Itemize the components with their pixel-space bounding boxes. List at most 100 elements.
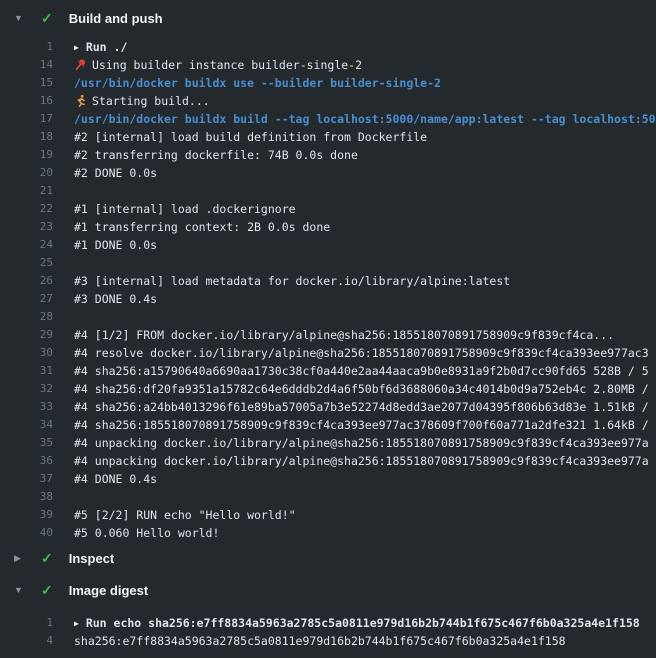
log-line-text: #4 sha256:df20fa9351a15782c64e6dddb2d4a6… [74,380,656,398]
log-line: 15 /usr/bin/docker buildx use --builder … [0,74,656,92]
log-line-number[interactable]: 40 [0,524,53,542]
section-header-inspect[interactable]: ▶ ✓ Inspect [0,542,656,574]
log-line-text: #2 DONE 0.0s [74,164,656,182]
log-line-text: Starting build... [74,92,656,110]
log-line: 19 #2 transferring dockerfile: 74B 0.0s … [0,146,656,164]
section-title: Inspect [69,551,115,566]
log-line-number[interactable]: 24 [0,236,53,254]
log-line-number[interactable]: 23 [0,218,53,236]
actions-log-viewer: { "colors": { "background": "#24292e", "… [0,0,656,658]
log-line-number[interactable]: 35 [0,434,53,452]
log-line-number[interactable]: 17 [0,110,53,128]
log-line: 36 #4 unpacking docker.io/library/alpine… [0,452,656,470]
chevron-down-icon[interactable]: ▼ [14,14,26,23]
log-section-build-and-push: ▼ ✓ Build and push 1 ▶Run ./ 14 Using bu… [0,2,656,542]
log-line: 37 #4 DONE 0.4s [0,470,656,488]
log-line: 26 #3 [internal] load metadata for docke… [0,272,656,290]
log-line: 22 #1 [internal] load .dockerignore [0,200,656,218]
log-line-text: #4 sha256:a15790640a6690aa1730c38cf0a440… [74,362,656,380]
log-line-text: ▶Run echo sha256:e7ff8834a5963a2785c5a08… [74,614,656,632]
log-line: 30 #4 resolve docker.io/library/alpine@s… [0,344,656,362]
section-header-image-digest[interactable]: ▼ ✓ Image digest [0,574,656,606]
log-line: 32 #4 sha256:df20fa9351a15782c64e6dddb2d… [0,380,656,398]
log-line-number[interactable]: 15 [0,74,53,92]
chevron-right-icon[interactable]: ▶ [14,554,26,563]
log-line-number[interactable]: 16 [0,92,53,110]
log-section-inspect: ▶ ✓ Inspect [0,542,656,574]
log-lines: 1 ▶Run ./ 14 Using builder instance buil… [0,34,656,542]
log-line-text: #4 sha256:a24bb4013296f61e89ba57005a7b3e… [74,398,656,416]
log-line-number[interactable]: 39 [0,506,53,524]
log-line-number[interactable]: 27 [0,290,53,308]
log-line: 23 #1 transferring context: 2B 0.0s done [0,218,656,236]
log-line-text: #3 [internal] load metadata for docker.i… [74,272,656,290]
log-line: 25 [0,254,656,272]
log-line-number[interactable]: 33 [0,398,53,416]
log-line: 38 [0,488,656,506]
log-line-text: /usr/bin/docker buildx build --tag local… [74,110,656,128]
log-line-text: /usr/bin/docker buildx use --builder bui… [74,74,656,92]
log-line: 34 #4 sha256:185518070891758909c9f839cf4… [0,416,656,434]
log-line: 28 [0,308,656,326]
log-line-text [74,488,656,506]
log-line-text: #5 0.060 Hello world! [74,524,656,542]
log-line-text: #4 sha256:185518070891758909c9f839cf4ca3… [74,416,656,434]
log-line-number[interactable]: 25 [0,254,53,272]
log-line-number[interactable]: 36 [0,452,53,470]
log-line-number[interactable]: 4 [0,632,53,650]
log-line-number[interactable]: 29 [0,326,53,344]
log-line-number[interactable]: 19 [0,146,53,164]
section-title: Build and push [69,11,163,26]
log-line: 35 #4 unpacking docker.io/library/alpine… [0,434,656,452]
log-line-number[interactable]: 37 [0,470,53,488]
log-line-text: #4 [1/2] FROM docker.io/library/alpine@s… [74,326,656,344]
log-line: 39 #5 [2/2] RUN echo "Hello world!" [0,506,656,524]
log-line: 31 #4 sha256:a15790640a6690aa1730c38cf0a… [0,362,656,380]
log-line: 33 #4 sha256:a24bb4013296f61e89ba57005a7… [0,398,656,416]
check-icon: ✓ [41,11,53,25]
log-line-number[interactable]: 26 [0,272,53,290]
log-line: 17 /usr/bin/docker buildx build --tag lo… [0,110,656,128]
log-line: 29 #4 [1/2] FROM docker.io/library/alpin… [0,326,656,344]
log-section-image-digest: ▼ ✓ Image digest 1 ▶Run echo sha256:e7ff… [0,574,656,650]
log-line-number[interactable]: 18 [0,128,53,146]
log-line: 24 #1 DONE 0.0s [0,236,656,254]
expand-group-icon[interactable]: ▶ [74,615,79,632]
log-line-text: #4 unpacking docker.io/library/alpine@sh… [74,434,656,452]
pushpin-icon [74,58,87,71]
log-line-number[interactable]: 1 [0,38,53,56]
log-line-text: #2 [internal] load build definition from… [74,128,656,146]
log-line-text: sha256:e7ff8834a5963a2785c5a0811e979d16b… [74,632,656,650]
log-line-number[interactable]: 28 [0,308,53,326]
log-line-number[interactable]: 34 [0,416,53,434]
expand-group-icon[interactable]: ▶ [74,39,79,56]
log-line-number[interactable]: 14 [0,56,53,74]
log-lines: 1 ▶Run echo sha256:e7ff8834a5963a2785c5a… [0,606,656,650]
log-line: 1 ▶Run ./ [0,38,656,56]
log-line-text [74,182,656,200]
log-line-text [74,308,656,326]
section-header-build-and-push[interactable]: ▼ ✓ Build and push [0,2,656,34]
log-line: 20 #2 DONE 0.0s [0,164,656,182]
log-line: 21 [0,182,656,200]
check-icon: ✓ [41,583,53,597]
section-title: Image digest [69,583,148,598]
log-line-number[interactable]: 32 [0,380,53,398]
log-line-number[interactable]: 30 [0,344,53,362]
log-line-text: #4 unpacking docker.io/library/alpine@sh… [74,452,656,470]
log-line-text [74,254,656,272]
log-line-text: #5 [2/2] RUN echo "Hello world!" [74,506,656,524]
log-line-number[interactable]: 21 [0,182,53,200]
log-line-number[interactable]: 31 [0,362,53,380]
log-line-text: ▶Run ./ [74,38,656,56]
log-line-text: Using builder instance builder-single-2 [74,56,656,74]
log-line-number[interactable]: 1 [0,614,53,632]
log-line: 4 sha256:e7ff8834a5963a2785c5a0811e979d1… [0,632,656,650]
log-line-number[interactable]: 38 [0,488,53,506]
log-line-number[interactable]: 22 [0,200,53,218]
log-line: 14 Using builder instance builder-single… [0,56,656,74]
log-line-number[interactable]: 20 [0,164,53,182]
runner-icon [74,94,87,107]
log-line-text: #4 DONE 0.4s [74,470,656,488]
chevron-down-icon[interactable]: ▼ [14,586,26,595]
